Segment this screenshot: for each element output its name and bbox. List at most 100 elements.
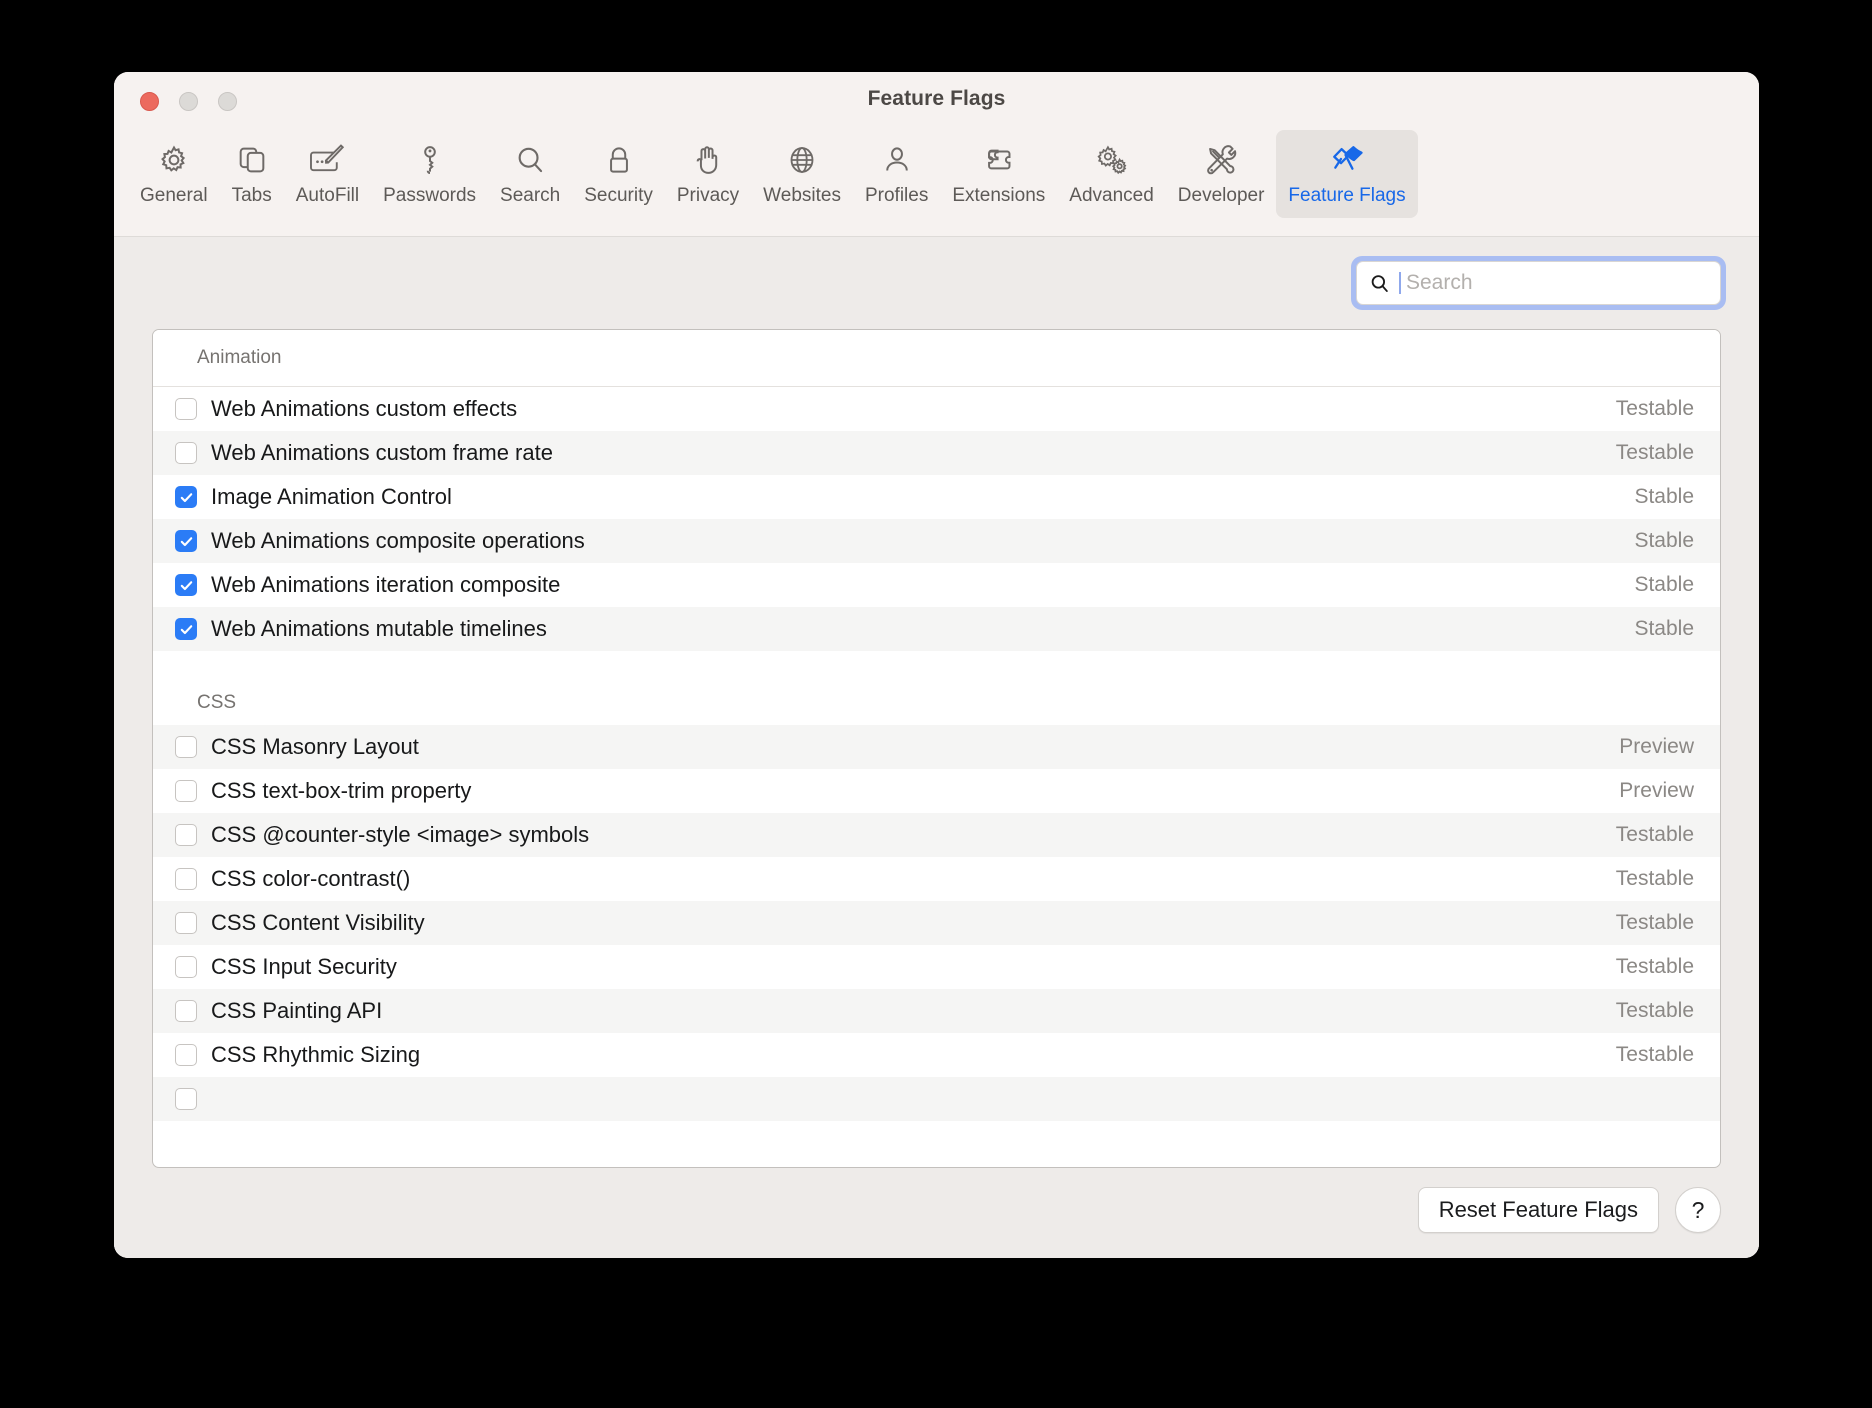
tab-general-label: General	[140, 185, 208, 206]
window-titlebar: Feature Flags	[114, 72, 1759, 130]
tab-general[interactable]: General	[128, 130, 220, 218]
table-row[interactable]: Web Animations mutable timelines Stable	[153, 607, 1720, 651]
section-header-css: CSS	[153, 681, 1720, 725]
checkbox[interactable]	[175, 780, 197, 802]
lock-icon	[602, 138, 636, 182]
help-button[interactable]: ?	[1675, 1187, 1721, 1233]
table-row[interactable]: Web Animations custom frame rate Testabl…	[153, 431, 1720, 475]
tab-extensions-label: Extensions	[952, 185, 1046, 206]
table-row[interactable]: CSS Rhythmic Sizing Testable	[153, 1033, 1720, 1077]
feature-flags-scroll[interactable]: Animation Web Animations custom effects …	[153, 330, 1720, 1167]
tab-feature-flags-label: Feature Flags	[1288, 185, 1406, 206]
status-badge: Stable	[1634, 485, 1694, 508]
search-placeholder: Search	[1406, 271, 1473, 294]
reset-feature-flags-button[interactable]: Reset Feature Flags	[1417, 1187, 1659, 1233]
tools-icon	[1203, 138, 1239, 182]
table-row[interactable]: CSS Input Security Testable	[153, 945, 1720, 989]
status-badge: Testable	[1615, 397, 1694, 420]
hand-icon	[691, 138, 725, 182]
checkbox[interactable]	[175, 1088, 197, 1110]
checkbox[interactable]	[175, 442, 197, 464]
status-badge: Stable	[1634, 617, 1694, 640]
table-row-partial[interactable]	[153, 1077, 1720, 1121]
checkbox[interactable]	[175, 398, 197, 420]
tab-advanced-label: Advanced	[1069, 185, 1154, 206]
checkbox[interactable]	[175, 736, 197, 758]
preferences-toolbar: General Tabs AutoFill Passwords Search S…	[114, 130, 1759, 237]
checkbox[interactable]	[175, 530, 197, 552]
tab-profiles[interactable]: Profiles	[853, 130, 940, 218]
checkbox[interactable]	[175, 618, 197, 640]
status-badge: Testable	[1615, 999, 1694, 1022]
row-label: CSS Rhythmic Sizing	[211, 1042, 421, 1067]
tab-feature-flags[interactable]: Feature Flags	[1276, 130, 1418, 218]
puzzle-icon	[982, 138, 1016, 182]
double-gear-icon	[1093, 138, 1131, 182]
tab-autofill[interactable]: AutoFill	[284, 130, 371, 218]
section-header-animation: Animation	[153, 330, 1720, 387]
status-badge: Preview	[1619, 735, 1694, 758]
search-icon	[1368, 272, 1391, 295]
table-row[interactable]: CSS Content Visibility Testable	[153, 901, 1720, 945]
table-row[interactable]: CSS text-box-trim property Preview	[153, 769, 1720, 813]
tab-search[interactable]: Search	[488, 130, 572, 218]
magnifier-icon	[513, 138, 547, 182]
checkbox[interactable]	[175, 824, 197, 846]
row-label: Web Animations custom frame rate	[211, 440, 553, 465]
search-input[interactable]: Search	[1356, 261, 1721, 305]
checkbox[interactable]	[175, 956, 197, 978]
tab-privacy[interactable]: Privacy	[665, 130, 751, 218]
search-row: Search	[114, 237, 1759, 329]
tab-developer-label: Developer	[1177, 185, 1265, 206]
table-row[interactable]: CSS Masonry Layout Preview	[153, 725, 1720, 769]
checkbox[interactable]	[175, 1000, 197, 1022]
checkbox[interactable]	[175, 1044, 197, 1066]
search-field-wrapper: Search	[1351, 256, 1726, 310]
table-row[interactable]: CSS color-contrast() Testable	[153, 857, 1720, 901]
table-row[interactable]: Web Animations custom effects Testable	[153, 387, 1720, 431]
checkbox[interactable]	[175, 486, 197, 508]
row-label: Web Animations mutable timelines	[211, 616, 547, 641]
row-label: CSS Masonry Layout	[211, 734, 419, 759]
row-label: CSS Content Visibility	[211, 910, 425, 935]
tab-profiles-label: Profiles	[864, 185, 929, 206]
tab-websites[interactable]: Websites	[751, 130, 853, 218]
tab-autofill-label: AutoFill	[295, 185, 360, 206]
table-row[interactable]: Image Animation Control Stable	[153, 475, 1720, 519]
autofill-icon	[308, 138, 346, 182]
tab-passwords[interactable]: Passwords	[371, 130, 488, 218]
window-title: Feature Flags	[867, 87, 1006, 110]
feature-flags-list: Animation Web Animations custom effects …	[152, 329, 1721, 1168]
checkbox[interactable]	[175, 912, 197, 934]
tab-search-label: Search	[500, 185, 561, 206]
section-spacer	[153, 651, 1720, 681]
status-badge: Testable	[1615, 955, 1694, 978]
text-caret	[1399, 272, 1401, 294]
table-row[interactable]: CSS @counter-style <image> symbols Testa…	[153, 813, 1720, 857]
status-badge: Testable	[1615, 911, 1694, 934]
tab-tabs[interactable]: Tabs	[220, 130, 284, 218]
tab-tabs-label: Tabs	[231, 185, 272, 206]
desktop-background: Feature Flags General Tabs AutoFill Pass…	[0, 0, 1872, 1408]
table-row[interactable]: Web Animations composite operations Stab…	[153, 519, 1720, 563]
preferences-window: Feature Flags General Tabs AutoFill Pass…	[114, 72, 1759, 1258]
tab-developer[interactable]: Developer	[1166, 130, 1277, 218]
checkbox[interactable]	[175, 868, 197, 890]
person-icon	[880, 138, 914, 182]
table-row[interactable]: CSS Painting API Testable	[153, 989, 1720, 1033]
preferences-content: Search Animation Web Animations custom e…	[114, 237, 1759, 1258]
checkbox[interactable]	[175, 574, 197, 596]
tab-websites-label: Websites	[763, 185, 841, 206]
status-badge: Stable	[1634, 529, 1694, 552]
table-row[interactable]: Web Animations iteration composite Stabl…	[153, 563, 1720, 607]
row-label: Web Animations custom effects	[211, 396, 518, 421]
tab-advanced[interactable]: Advanced	[1057, 130, 1166, 218]
tab-extensions[interactable]: Extensions	[940, 130, 1057, 218]
tab-security[interactable]: Security	[572, 130, 665, 218]
row-label: CSS text-box-trim property	[211, 778, 472, 803]
footer-bar: Reset Feature Flags ?	[114, 1168, 1759, 1258]
row-label: CSS Input Security	[211, 954, 397, 979]
status-badge: Preview	[1619, 779, 1694, 802]
row-label: Web Animations composite operations	[211, 528, 585, 553]
row-label: CSS color-contrast()	[211, 866, 411, 891]
